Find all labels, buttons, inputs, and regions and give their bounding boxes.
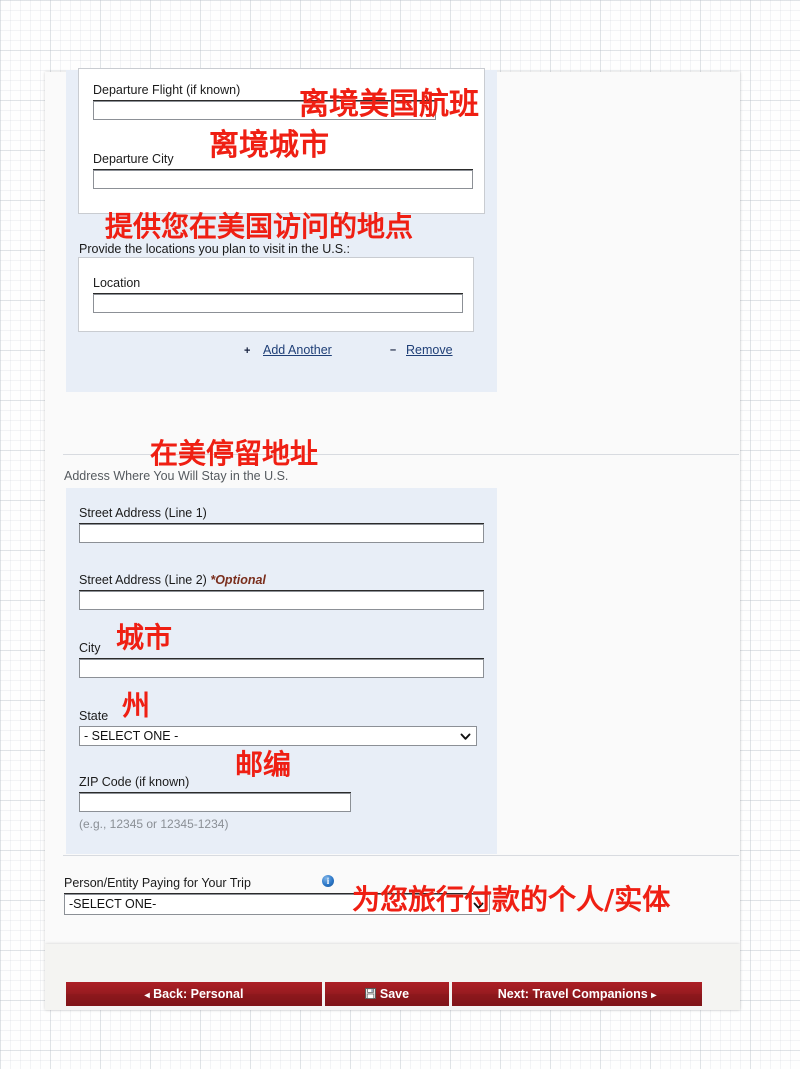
state-select-value: - SELECT ONE - (84, 729, 179, 743)
zip-code-input[interactable] (79, 793, 351, 812)
location-label: Location (93, 276, 141, 290)
street-line2-label-text: Street Address (Line 2) (79, 573, 207, 587)
departure-city-label: Departure City (93, 152, 174, 166)
add-another-link[interactable]: Add Another (263, 343, 332, 357)
annotation-note: 州 (122, 689, 151, 722)
back-personal-label: Back: Personal (153, 987, 244, 1001)
annotation-note: 提供您在美国访问的地点 (105, 210, 414, 243)
payer-section-divider (63, 855, 739, 856)
annotation-note: 离境城市 (209, 128, 329, 163)
next-travel-companions-label: Next: Travel Companions (497, 987, 648, 1001)
annotation-note: 城市 (116, 621, 173, 654)
state-label: State (79, 709, 109, 723)
street-line1-label: Street Address (Line 1) (79, 506, 207, 520)
state-select[interactable]: - SELECT ONE - (79, 726, 477, 746)
next-arrow-icon: ▸ (651, 990, 657, 1001)
city-input[interactable] (79, 659, 484, 678)
address-section-heading: Address Where You Will Stay in the U.S. (64, 469, 289, 483)
annotation-note: 为您旅行付款的个人/实体 (352, 883, 671, 916)
zip-code-hint: (e.g., 12345 or 12345-1234) (79, 817, 229, 831)
payer-label: Person/Entity Paying for Your Trip (64, 876, 251, 890)
remove-link[interactable]: Remove (406, 343, 453, 357)
next-travel-companions-button[interactable]: Next: Travel Companions ▸ (452, 982, 702, 1006)
annotation-note: 在美停留地址 (150, 437, 319, 470)
save-button[interactable]: Save (325, 982, 449, 1006)
annotation-note: 邮编 (235, 748, 292, 781)
form-page-sheet: Departure Flight (if known) Departure Ci… (45, 68, 740, 944)
chevron-down-icon (460, 731, 471, 742)
street-line2-label: Street Address (Line 2) *Optional (79, 573, 266, 587)
annotation-note: 离境美国航班 (299, 87, 479, 122)
street-line2-optional-tag: *Optional (210, 573, 266, 587)
location-input[interactable] (93, 294, 463, 313)
departure-flight-label: Departure Flight (if known) (93, 83, 241, 97)
remove-minus-icon: – (390, 344, 397, 356)
save-label: Save (379, 987, 410, 1001)
back-personal-button[interactable]: ◂ Back: Personal (66, 982, 322, 1006)
info-icon[interactable]: i (322, 875, 334, 887)
add-another-plus-icon: + (244, 345, 251, 357)
street-line2-input[interactable] (79, 591, 484, 610)
zip-code-label: ZIP Code (if known) (79, 775, 190, 789)
locations-heading: Provide the locations you plan to visit … (79, 242, 350, 256)
city-label: City (79, 641, 101, 655)
back-arrow-icon: ◂ (144, 990, 150, 1001)
payer-select-value: -SELECT ONE- (69, 897, 157, 911)
page-right-margin (542, 72, 740, 852)
departure-city-input[interactable] (93, 170, 473, 189)
save-disk-icon (364, 988, 376, 999)
street-line1-input[interactable] (79, 524, 484, 543)
